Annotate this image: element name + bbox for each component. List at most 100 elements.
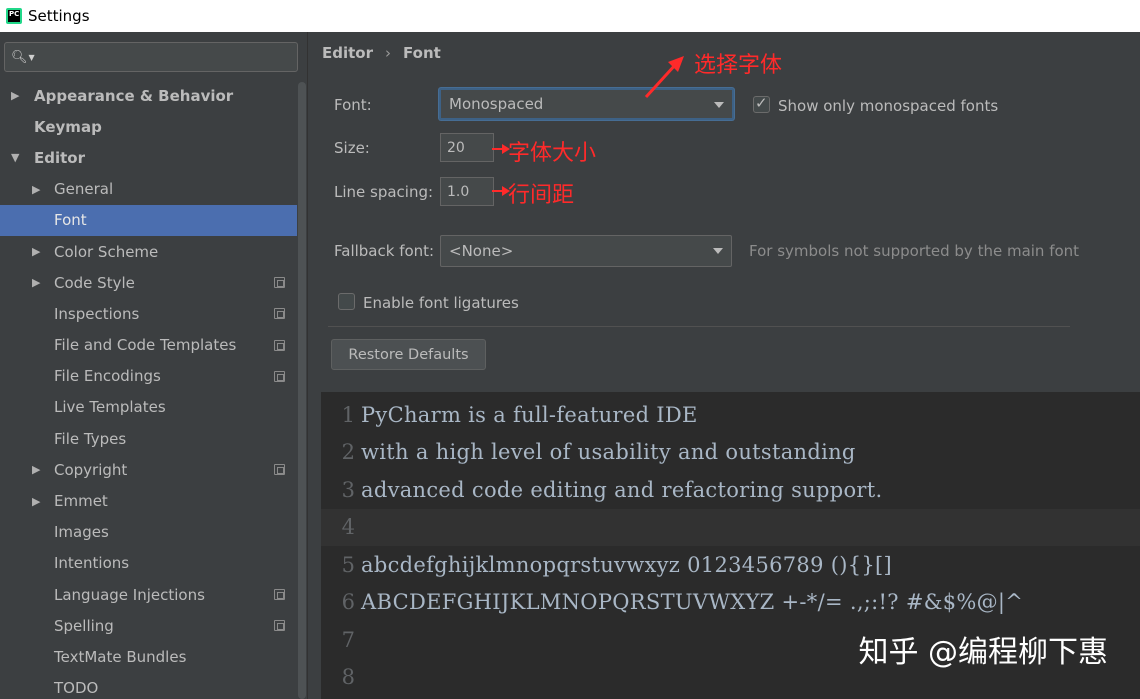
sidebar-item-label: Inspections — [54, 304, 140, 323]
search-options-chevron-down-icon[interactable]: ▼ — [29, 53, 35, 62]
show-monospaced-label[interactable]: Show only monospaced fonts — [778, 97, 998, 115]
copy-icon — [274, 370, 285, 382]
sidebar-item-label: Intentions — [54, 554, 130, 573]
sidebar-item-label: Copyright — [54, 460, 128, 479]
line-number: 5 — [341, 552, 355, 577]
copy-icon — [274, 464, 285, 476]
sidebar-item-label: Editor — [34, 148, 85, 167]
restore-defaults-button[interactable]: Restore Defaults — [331, 339, 486, 370]
title-bar: PC Settings — [0, 0, 1140, 32]
sidebar-scrollbar[interactable] — [297, 80, 307, 699]
preview-text: PyCharm is a full-featured IDE — [361, 402, 698, 427]
sidebar-item-appearance-behavior[interactable]: ▶ Appearance & Behavior — [0, 80, 297, 111]
font-settings-panel: Editor › Font Font: Monospaced Show only… — [308, 32, 1140, 699]
chevron-right-icon[interactable]: ▶ — [32, 245, 40, 258]
sidebar-item-general[interactable]: ▶ General — [0, 174, 297, 205]
sidebar-item-language-injections[interactable]: Language Injections — [0, 579, 297, 610]
size-label: Size: — [334, 139, 370, 157]
settings-tree: ▶ Appearance & Behavior Keymap ▼ Editor ▶ Gene… — [0, 80, 297, 699]
font-ligatures-label[interactable]: Enable font ligatures — [363, 294, 519, 312]
font-ligatures-checkbox[interactable] — [338, 293, 355, 310]
search-input[interactable] — [38, 49, 289, 65]
sidebar-item-live-templates[interactable]: Live Templates — [0, 392, 297, 423]
copy-icon — [274, 620, 285, 632]
line-number: 4 — [341, 515, 355, 540]
preview-line[interactable]: 1 PyCharm is a full-featured IDE — [321, 396, 1140, 434]
line-number: 6 — [341, 590, 355, 615]
preview-line[interactable]: 3 advanced code editing and refactoring s… — [321, 471, 1140, 509]
sidebar-item-label: Emmet — [54, 492, 108, 511]
annotation-font-size: 字体大小 — [508, 141, 597, 166]
sidebar-item-file-and-code-templates[interactable]: File and Code Templates — [0, 330, 297, 361]
sidebar-item-label: Spelling — [54, 616, 114, 635]
annotation-line-spacing: 行间距 — [508, 183, 575, 208]
search-box[interactable]: 🔍︎ ▼ — [4, 42, 298, 72]
sidebar-item-file-encodings[interactable]: File Encodings — [0, 361, 297, 392]
preview-text: advanced code editing and refactoring su… — [361, 477, 883, 502]
sidebar-item-emmet[interactable]: ▶ Emmet — [0, 485, 297, 516]
fallback-font-hint: For symbols not supported by the main fo… — [749, 242, 1080, 260]
preview-text: abcdefghijklmnopqrstuvwxyz 0123456789 ()… — [361, 552, 893, 577]
sidebar-item-file-types[interactable]: File Types — [0, 423, 297, 454]
sidebar-item-label: File Encodings — [54, 367, 161, 386]
line-spacing-input[interactable]: 1.0 — [440, 177, 494, 206]
copy-icon — [274, 308, 285, 320]
sidebar-item-label: General — [54, 180, 114, 199]
size-input[interactable]: 20 — [440, 133, 494, 162]
sidebar-item-font[interactable]: Font — [0, 204, 297, 236]
fallback-font-select[interactable]: <None> — [440, 235, 732, 267]
chevron-right-icon[interactable]: ▶ — [32, 276, 40, 289]
annotation-select-font: 选择字体 — [694, 53, 783, 78]
copy-icon — [274, 339, 285, 351]
sidebar-item-label: Code Style — [54, 273, 135, 292]
sidebar-item-label: File and Code Templates — [54, 336, 237, 355]
sidebar-item-label: Live Templates — [54, 398, 166, 417]
window-title: Settings — [28, 7, 90, 25]
preview-line[interactable]: 5 abcdefghijklmnopqrstuvwxyz 0123456789 (… — [321, 546, 1140, 584]
chevron-right-icon[interactable]: ▶ — [32, 183, 40, 196]
preview-line[interactable]: 4 — [321, 508, 1140, 546]
fallback-font-value: <None> — [449, 242, 514, 260]
chevron-right-icon[interactable]: ▶ — [11, 89, 19, 102]
breadcrumb-separator: › — [385, 44, 391, 62]
line-number: 3 — [341, 477, 355, 502]
sidebar-item-label: Keymap — [34, 117, 102, 136]
line-number: 7 — [341, 627, 355, 652]
sidebar-item-label: Language Injections — [54, 585, 205, 604]
preview-line[interactable]: 2 with a high level of usability and outs… — [321, 434, 1140, 472]
search-icon[interactable]: 🔍︎ — [11, 50, 28, 65]
sidebar-item-textmate-bundles[interactable]: TextMate Bundles — [0, 641, 297, 672]
settings-sidebar: 🔍︎ ▼ ▶ Appearance & Behavior Keymap ▼ Editor ▶… — [0, 32, 308, 699]
chevron-right-icon[interactable]: ▶ — [32, 463, 40, 476]
breadcrumb-editor[interactable]: Editor — [322, 44, 373, 62]
show-monospaced-checkbox[interactable] — [753, 94, 770, 113]
zhihu-watermark: 知乎 @编程柳下惠 — [858, 635, 1108, 670]
sidebar-scroll-thumb[interactable] — [298, 82, 306, 699]
sidebar-item-keymap[interactable]: Keymap — [0, 111, 297, 142]
sidebar-item-label: File Types — [54, 429, 127, 448]
sidebar-item-editor[interactable]: ▼ Editor — [0, 142, 297, 173]
sidebar-item-spelling[interactable]: Spelling — [0, 610, 297, 641]
chevron-right-icon[interactable]: ▶ — [32, 495, 40, 508]
caret-down-icon — [713, 248, 723, 254]
preview-line[interactable]: 6 ABCDEFGHIJKLMNOPQRSTUVWXYZ +-*/= .,;:!?… — [321, 584, 1140, 622]
font-select-value: Monospaced — [449, 95, 544, 113]
chevron-down-icon[interactable]: ▼ — [11, 151, 19, 164]
sidebar-item-copyright[interactable]: ▶ Copyright — [0, 454, 297, 485]
sidebar-item-label: Font — [54, 211, 87, 230]
sidebar-item-color-scheme[interactable]: ▶ Color Scheme — [0, 236, 297, 267]
font-label: Font: — [334, 96, 372, 114]
line-spacing-label: Line spacing: — [334, 183, 434, 201]
line-number: 2 — [341, 440, 355, 465]
sidebar-item-todo[interactable]: TODO — [0, 673, 297, 699]
sidebar-item-label: Color Scheme — [54, 242, 159, 261]
copy-icon — [274, 589, 285, 601]
sidebar-item-images[interactable]: Images — [0, 517, 297, 548]
annotation-arrow-font — [644, 56, 684, 99]
sidebar-item-intentions[interactable]: Intentions — [0, 548, 297, 579]
breadcrumb: Editor › Font — [322, 44, 441, 62]
sidebar-item-inspections[interactable]: Inspections — [0, 298, 297, 329]
sidebar-item-code-style[interactable]: ▶ Code Style — [0, 267, 297, 298]
separator — [328, 326, 1070, 327]
breadcrumb-font: Font — [403, 44, 441, 62]
